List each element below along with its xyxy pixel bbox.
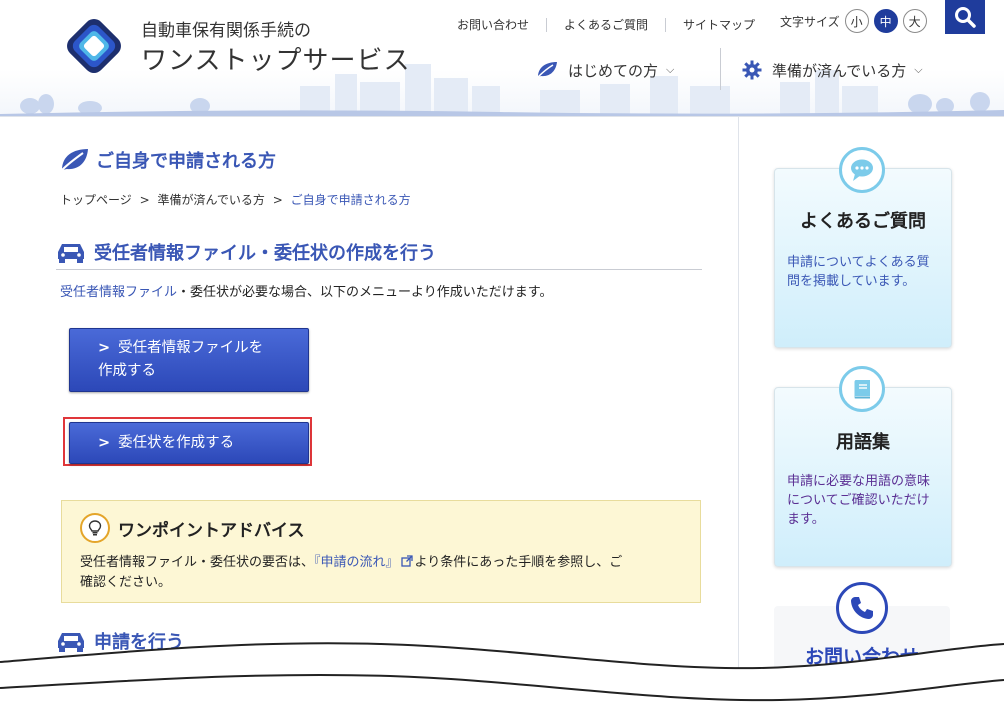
font-size-small-button[interactable]: 小 — [844, 9, 869, 33]
application-flow-link[interactable]: 『申請の流れ』 — [314, 555, 399, 570]
font-size-large-button[interactable]: 大 — [902, 9, 927, 33]
glossary-card-title: 用語集 — [836, 432, 890, 453]
advice-text-before: 受任者情報ファイル・委任状の要否は、 — [80, 555, 315, 570]
intro-rest-text: ・委任状が必要な場合、以下のメニューより作成いただけます。 — [177, 285, 553, 300]
logo-text-line1[interactable]: 自動車保有関係手続の — [141, 16, 311, 41]
car-icon — [58, 244, 84, 263]
glossary-card-description: 申請に必要な用語の意味についてご確認いただけます。 — [787, 474, 931, 527]
nav-first-time[interactable]: はじめての方 ⌵ — [536, 52, 674, 88]
chevron-down-icon: ⌵ — [666, 63, 675, 76]
create-power-of-attorney-label: 委任状を作成する — [118, 435, 235, 451]
leaf-icon — [61, 149, 88, 171]
faq-card-title: よくあるご質問 — [800, 211, 926, 232]
page-title: ご自身で申請される方 — [60, 147, 276, 173]
gear-icon — [742, 60, 762, 80]
advice-text-line2: 確認ください。 — [80, 575, 172, 590]
torn-edge-decoration — [0, 642, 1004, 714]
create-agent-info-file-button[interactable]: > 受任者情報ファイルを 作成する — [69, 328, 309, 392]
faq-card-description: 申請についてよくある質問を掲載しています。 — [787, 255, 930, 289]
advice-body: 受任者情報ファイル・委任状の要否は、『申請の流れ』 より条件にあった手順を参照し、… — [80, 553, 680, 593]
speech-bubble-icon — [839, 147, 885, 193]
search-icon — [955, 7, 976, 28]
font-size-medium-button[interactable]: 中 — [873, 9, 898, 33]
nav-prepared-label: 準備が済んでいる方 — [772, 61, 907, 80]
advice-box: ワンポイントアドバイス 受任者情報ファイル・委任状の要否は、『申請の流れ』 より条… — [61, 500, 701, 603]
faq-card[interactable]: よくあるご質問 申請についてよくある質問を掲載しています。 — [774, 147, 952, 348]
advice-title: ワンポイントアドバイス — [80, 513, 305, 543]
section-heading-documents-text: 受任者情報ファイル・委任状の作成を行う — [94, 243, 436, 264]
site-header: 自動車保有関係手続の ワンストップサービス お問い合わせ よくあるご質問 サイト… — [0, 0, 1004, 117]
breadcrumb-prepared-link[interactable]: 準備が済んでいる方 — [157, 193, 264, 207]
faq-link[interactable]: よくあるご質問 — [547, 18, 667, 32]
search-button[interactable] — [945, 0, 985, 34]
font-size-switcher: 文字サイズ 小 中 大 — [780, 9, 927, 33]
section-heading-documents: 受任者情報ファイル・委任状の作成を行う — [56, 235, 702, 270]
chevron-right-icon: > — [98, 435, 111, 451]
sitemap-link[interactable]: サイトマップ — [666, 18, 772, 32]
breadcrumb-top-link[interactable]: トップページ — [60, 193, 132, 207]
nav-divider — [720, 48, 721, 90]
book-icon — [839, 366, 885, 412]
breadcrumb-separator: > — [139, 193, 150, 207]
nav-prepared[interactable]: 準備が済んでいる方 ⌵ — [742, 52, 923, 88]
breadcrumb-current: ご自身で申請される方 — [290, 193, 411, 207]
nav-first-time-label: はじめての方 — [568, 61, 659, 80]
advice-text-after: より条件にあった手順を参照し、ご — [414, 555, 623, 570]
glossary-card[interactable]: 用語集 申請に必要な用語の意味についてご確認いただけます。 — [774, 366, 952, 567]
create-agent-info-file-label-line2: 作成する — [98, 363, 156, 379]
external-link-icon — [400, 555, 413, 567]
lightbulb-icon — [80, 513, 110, 543]
utility-links: お問い合わせ よくあるご質問 サイトマップ — [440, 16, 772, 34]
create-power-of-attorney-button[interactable]: > 委任状を作成する — [69, 422, 309, 464]
breadcrumb-separator: > — [272, 193, 283, 207]
page-title-text: ご自身で申請される方 — [96, 151, 276, 172]
logo-text-line2[interactable]: ワンストップサービス — [141, 40, 410, 77]
breadcrumb: トップページ > 準備が済んでいる方 > ご自身で申請される方 — [60, 191, 411, 208]
agent-info-file-link[interactable]: 受任者情報ファイル — [60, 285, 177, 300]
font-size-label: 文字サイズ — [780, 14, 840, 29]
create-agent-info-file-label-line1: 受任者情報ファイルを — [118, 340, 264, 356]
advice-title-text: ワンポイントアドバイス — [118, 520, 305, 541]
chevron-down-icon: ⌵ — [914, 63, 923, 76]
site-logo-icon[interactable] — [58, 10, 130, 82]
contact-link[interactable]: お問い合わせ — [440, 18, 548, 32]
intro-text: 受任者情報ファイル・委任状が必要な場合、以下のメニューより作成いただけます。 — [60, 281, 552, 300]
leaf-icon — [537, 62, 557, 78]
chevron-right-icon: > — [98, 340, 111, 356]
